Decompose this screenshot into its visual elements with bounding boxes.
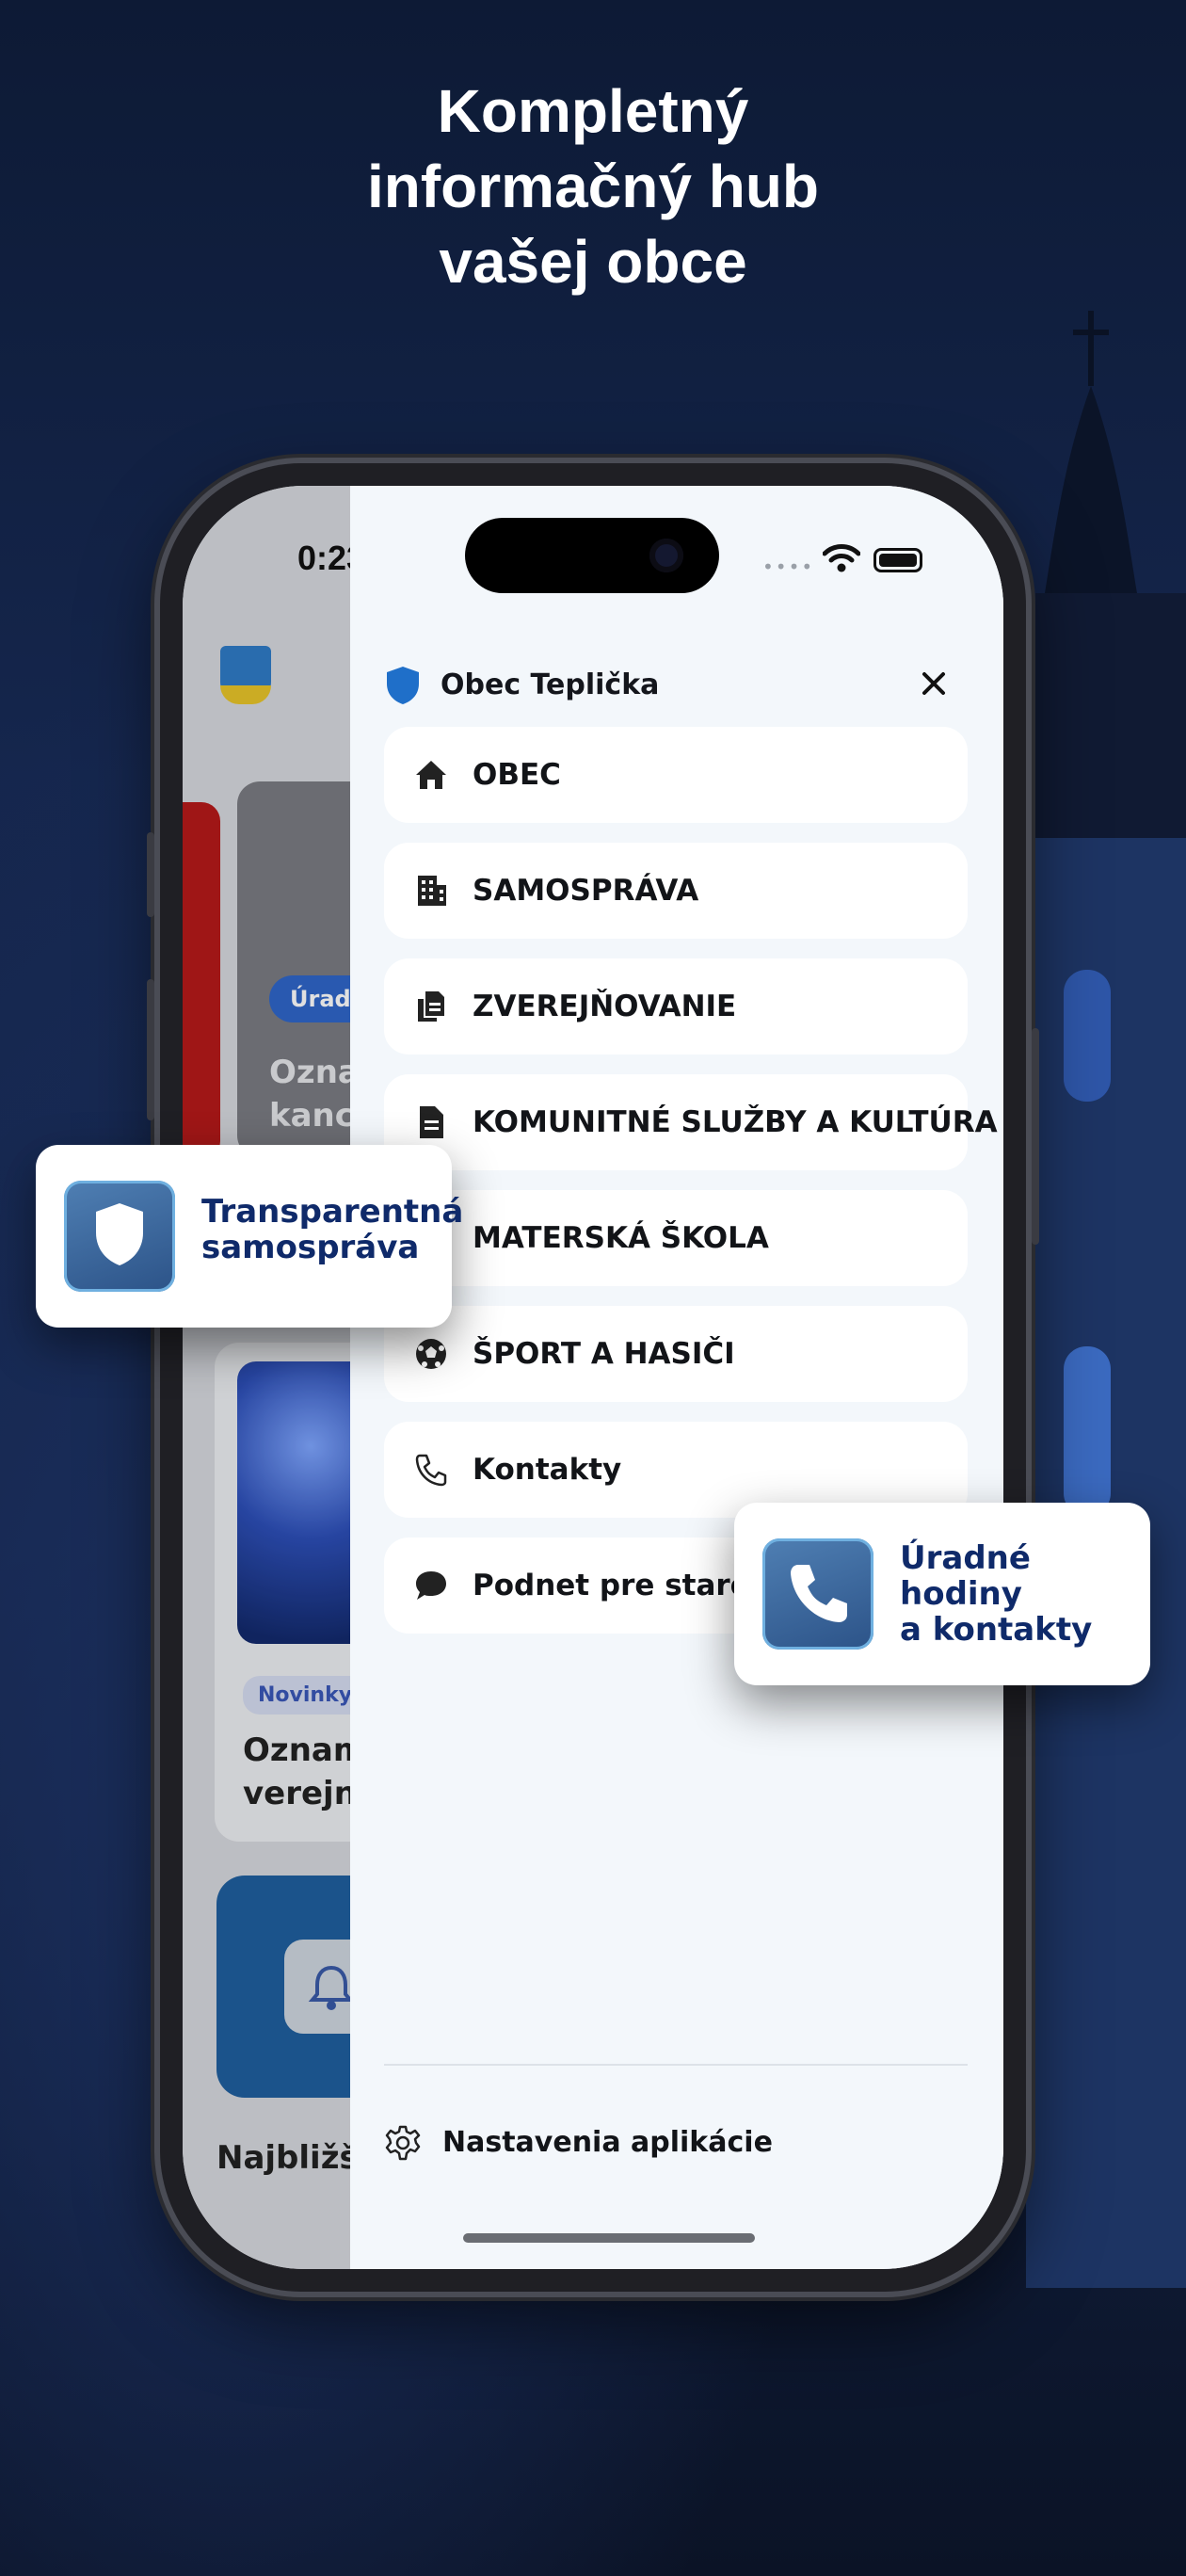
menu-item-samosprava[interactable]: SAMOSPRÁVA bbox=[384, 843, 968, 939]
badge-tile bbox=[762, 1538, 873, 1650]
menu-item-komunitne-sluzby[interactable]: KOMUNITNÉ SLUŽBY A KULTÚRA bbox=[384, 1074, 998, 1170]
building-icon bbox=[418, 876, 446, 906]
hero-line-1: Kompletný bbox=[437, 77, 749, 145]
document-icon bbox=[420, 1106, 443, 1138]
signal-dots-icon: •••• bbox=[762, 555, 815, 578]
badge-text-line-2: hodiny bbox=[900, 1575, 1022, 1613]
wifi-icon bbox=[823, 544, 860, 572]
hero-headline: Kompletný informačný hub vašej obce bbox=[0, 73, 1186, 299]
phone-icon bbox=[415, 1454, 447, 1487]
documents-icon bbox=[418, 991, 444, 1022]
badge-text: Transparentná samospráva bbox=[201, 1194, 463, 1265]
badge-office-hours: Úradné hodiny a kontakty bbox=[734, 1503, 1150, 1685]
settings-label: Nastavenia aplikácie bbox=[442, 2126, 773, 2159]
menu-item-label: ŠPORT A HASIČI bbox=[473, 1337, 735, 1371]
phone-icon bbox=[791, 1565, 847, 1622]
menu-item-sport-a-hasici[interactable]: ŠPORT A HASIČI bbox=[384, 1306, 968, 1402]
home-indicator[interactable] bbox=[463, 2233, 755, 2243]
shield-icon bbox=[387, 667, 419, 704]
phone-action-button bbox=[147, 832, 154, 917]
badge-text-line-2: samospráva bbox=[201, 1229, 420, 1266]
drawer-divider bbox=[384, 2064, 968, 2066]
shield-icon bbox=[96, 1203, 143, 1265]
badge-text: Úradné hodiny a kontakty bbox=[900, 1540, 1092, 1648]
menu-item-materska-skola[interactable]: MATERSKÁ ŠKOLA bbox=[384, 1190, 968, 1286]
settings-item[interactable]: Nastavenia aplikácie bbox=[384, 2115, 968, 2171]
home-icon bbox=[416, 761, 446, 789]
chat-bubble-icon bbox=[416, 1571, 446, 1600]
badge-text-line-1: Úradné bbox=[900, 1539, 1031, 1577]
menu-item-obec[interactable]: OBEC bbox=[384, 727, 968, 823]
phone-screen: 0:23 Úrad Ozna kanc Novinky Oznam verejn… bbox=[183, 486, 1003, 2269]
menu-item-zverejnovanie[interactable]: ZVEREJŇOVANIE bbox=[384, 958, 968, 1055]
gear-icon bbox=[385, 2125, 421, 2161]
hero-line-2: informačný hub bbox=[366, 153, 820, 220]
badge-text-line-3: a kontakty bbox=[900, 1611, 1093, 1649]
phone-volume-up-button bbox=[147, 979, 154, 1120]
drawer-header: Obec Teplička bbox=[384, 659, 968, 712]
battery-icon bbox=[873, 548, 922, 572]
status-icons: •••• bbox=[762, 542, 979, 580]
church-tower-silhouette bbox=[1026, 311, 1186, 2288]
menu-item-label: OBEC bbox=[473, 758, 561, 792]
soccer-ball-icon bbox=[416, 1339, 446, 1369]
menu-item-label: ZVEREJŇOVANIE bbox=[473, 990, 737, 1023]
badge-text-line-1: Transparentná bbox=[201, 1193, 464, 1231]
phone-mockup: 0:23 Úrad Ozna kanc Novinky Oznam verejn… bbox=[147, 463, 1039, 2292]
menu-item-label: Kontakty bbox=[473, 1453, 622, 1487]
badge-tile bbox=[64, 1181, 175, 1292]
menu-item-label: SAMOSPRÁVA bbox=[473, 874, 699, 908]
phone-power-button bbox=[1032, 1028, 1039, 1245]
camera-icon bbox=[649, 539, 683, 572]
dynamic-island bbox=[465, 518, 719, 593]
close-icon[interactable] bbox=[915, 665, 953, 702]
menu-item-label: MATERSKÁ ŠKOLA bbox=[473, 1221, 769, 1255]
badge-transparent-government: Transparentná samospráva bbox=[36, 1145, 463, 1328]
menu-item-label: KOMUNITNÉ SLUŽBY A KULTÚRA bbox=[473, 1105, 998, 1139]
hero-line-3: vašej obce bbox=[439, 228, 747, 296]
drawer-title: Obec Teplička bbox=[441, 668, 660, 701]
